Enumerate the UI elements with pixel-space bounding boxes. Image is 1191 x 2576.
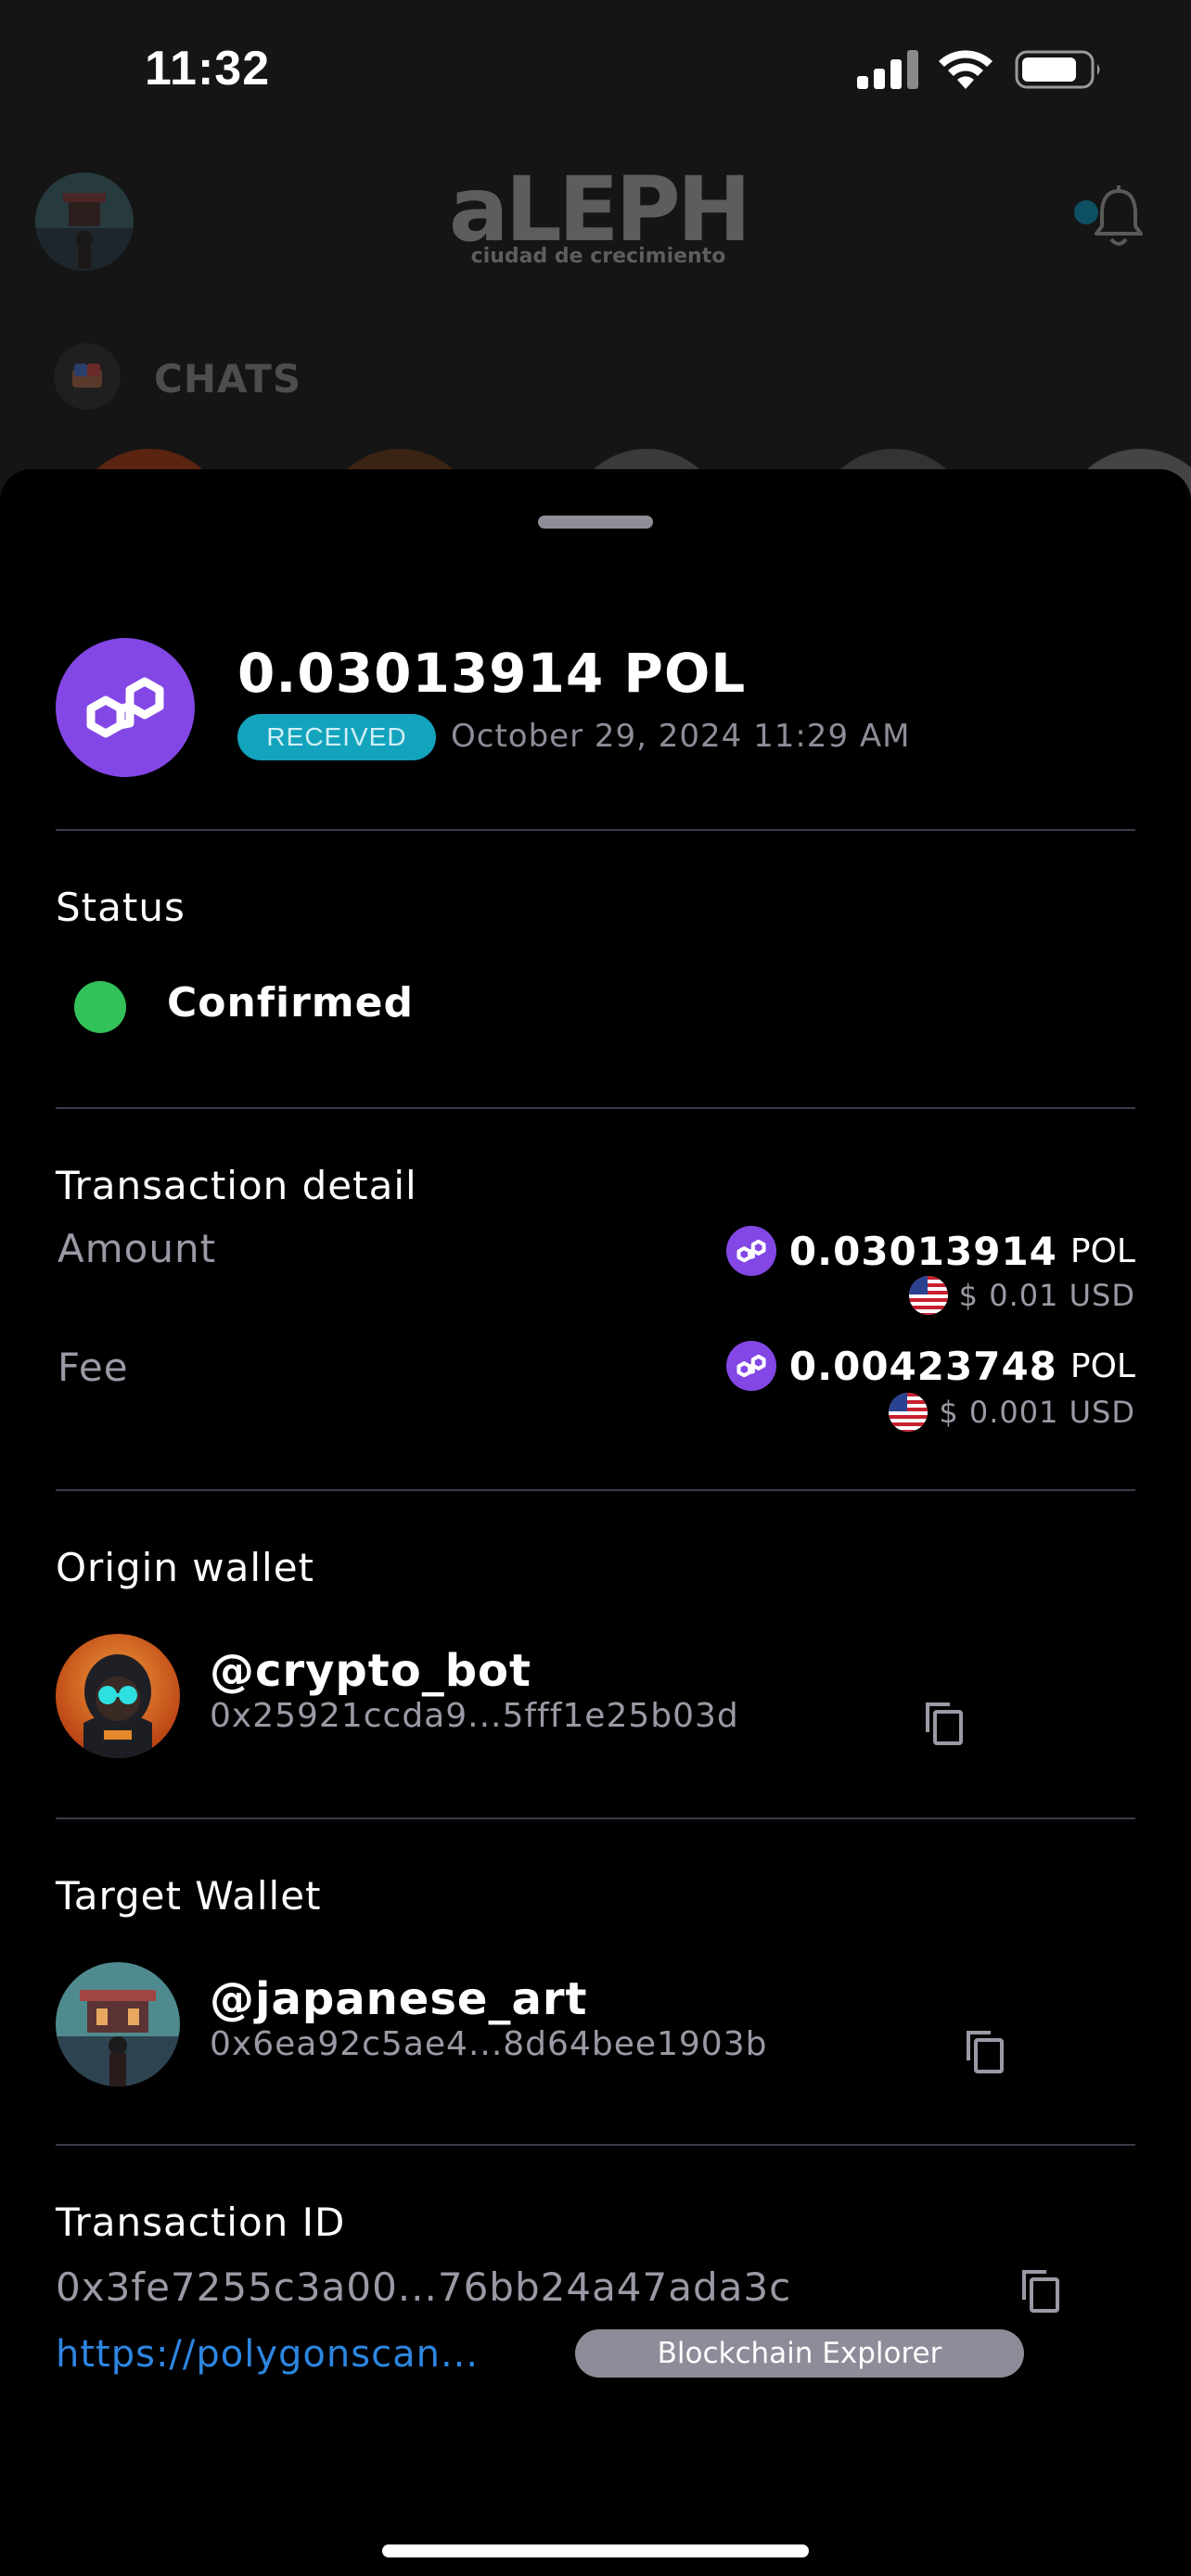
transaction-amount-title: 0.03013914 POL	[237, 642, 747, 705]
amount-value: 0.03013914	[788, 1228, 1057, 1274]
status-bar: 11:32	[0, 0, 1191, 139]
amount-usd-row: $ 0.01 USD	[908, 1276, 1135, 1315]
divider	[56, 2144, 1135, 2146]
fee-value: 0.00423748	[788, 1343, 1057, 1389]
logo-text: aLEPH	[448, 158, 751, 261]
profile-avatar[interactable]	[35, 172, 134, 271]
status-dot	[74, 981, 126, 1033]
chats-icon	[72, 363, 102, 388]
blockchain-explorer-button[interactable]: Blockchain Explorer	[575, 2329, 1024, 2378]
polygon-token-icon	[56, 638, 195, 777]
transaction-sheet: 0.03013914 POL RECEIVED October 29, 2024…	[0, 469, 1191, 2576]
target-wallet-title: Target Wallet	[56, 1873, 322, 1919]
origin-wallet-title: Origin wallet	[56, 1545, 315, 1590]
fee-usd: $ 0.001 USD	[939, 1395, 1135, 1430]
app-logo: aLEPH ciudad de crecimiento	[427, 158, 770, 268]
copy-icon[interactable]	[965, 2029, 1005, 2073]
us-flag-icon	[889, 1393, 928, 1432]
target-wallet-avatar	[56, 1962, 180, 2086]
amount-usd: $ 0.01 USD	[958, 1278, 1135, 1313]
amount-symbol: POL	[1069, 1231, 1135, 1270]
divider	[56, 829, 1135, 831]
battery-icon	[1015, 50, 1100, 89]
fee-value-row: 0.00423748 POL	[725, 1341, 1135, 1391]
copy-icon[interactable]	[924, 1701, 965, 1745]
bell-icon[interactable]	[1093, 185, 1145, 250]
status-value: Confirmed	[167, 979, 414, 1027]
status-time: 11:32	[145, 42, 271, 96]
fee-symbol: POL	[1069, 1346, 1135, 1385]
sheet-grabber[interactable]	[538, 516, 653, 529]
home-indicator	[382, 2544, 809, 2557]
signal-icon	[857, 50, 918, 89]
fee-label: Fee	[58, 1345, 129, 1390]
origin-wallet-address: 0x25921ccda9...5fff1e25b03d	[210, 1697, 739, 1735]
logo-subtitle: ciudad de crecimiento	[470, 245, 726, 268]
target-wallet-handle: @japanese_art	[210, 1973, 588, 2025]
origin-wallet-handle: @crypto_bot	[210, 1645, 531, 1697]
transaction-detail-title: Transaction detail	[56, 1163, 417, 1208]
origin-wallet-avatar	[56, 1634, 180, 1758]
received-badge: RECEIVED	[237, 714, 436, 760]
divider	[56, 1817, 1135, 1819]
divider	[56, 1107, 1135, 1109]
amount-value-row: 0.03013914 POL	[725, 1226, 1135, 1276]
fee-usd-row: $ 0.001 USD	[889, 1393, 1135, 1432]
transaction-date: October 29, 2024 11:29 AM	[451, 718, 911, 755]
amount-label: Amount	[58, 1226, 217, 1271]
target-wallet-address: 0x6ea92c5ae4...8d64bee1903b	[210, 2025, 768, 2063]
chats-label: CHATS	[154, 356, 302, 402]
transaction-id-title: Transaction ID	[56, 2200, 346, 2245]
polygon-token-icon	[725, 1341, 776, 1391]
chats-icon-wrap	[54, 343, 121, 410]
us-flag-icon	[908, 1276, 948, 1315]
transaction-id-value: 0x3fe7255c3a00...76bb24a47ada3c	[56, 2264, 792, 2310]
status-title: Status	[56, 885, 186, 930]
divider	[56, 1489, 1135, 1491]
polygonscan-link[interactable]: https://polygonscan...	[56, 2333, 479, 2376]
background-app: 11:32 aLEPH ciudad de crecimiento CHATS	[0, 0, 1191, 606]
wifi-icon	[939, 50, 992, 89]
polygon-token-icon	[725, 1226, 776, 1276]
copy-icon[interactable]	[1020, 2268, 1061, 2313]
